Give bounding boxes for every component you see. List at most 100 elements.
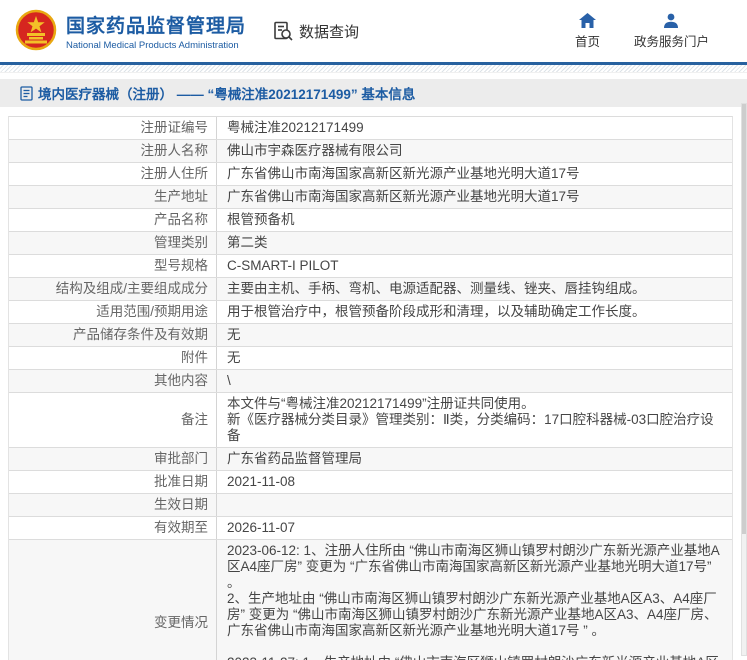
row-value-text: 粤械注准20212171499	[227, 120, 364, 135]
table-row: 管理类别 第二类	[9, 232, 732, 255]
row-label: 注册人住所	[9, 163, 216, 185]
document-icon	[20, 85, 33, 101]
row-value: 佛山市宇森医疗器械有限公司	[216, 140, 732, 162]
table-row: 生产地址 广东省佛山市南海国家高新区新光源产业基地光明大道17号	[9, 186, 732, 209]
row-value	[216, 494, 732, 516]
row-label: 批准日期	[9, 471, 216, 493]
row-value: 主要由主机、手柄、弯机、电源适配器、测量线、锉夹、唇挂钩组成。	[216, 278, 732, 300]
row-value: \	[216, 370, 732, 392]
row-label-text: 审批部门	[154, 451, 208, 466]
row-label-text: 管理类别	[154, 235, 208, 250]
table-row: 审批部门 广东省药品监督管理局	[9, 448, 732, 471]
nav-portal[interactable]: 政务服务门户	[634, 13, 709, 50]
row-value-text: 无	[227, 350, 241, 365]
registration-info-table: 注册证编号 粤械注准20212171499 注册人名称 佛山市宇森医疗器械有限公司 注册…	[8, 116, 733, 660]
row-value: 无	[216, 324, 732, 346]
row-value-text: 2023-06-12: 1、注册人住所由 “佛山市南海区狮山镇罗村朗沙广东新光源…	[227, 543, 720, 660]
page-title: 境内医疗器械（注册） —— “粤械注准20212171499” 基本信息	[38, 87, 416, 102]
data-query-icon	[272, 20, 294, 42]
nav-portal-label: 政务服务门户	[633, 34, 709, 49]
data-query-entry[interactable]: 数据查询	[272, 20, 359, 42]
row-label: 管理类别	[9, 232, 216, 254]
row-value-text: 2026-11-07	[227, 520, 296, 535]
header-nav: 首页 政务服务门户	[574, 12, 709, 50]
row-value-text: 广东省佛山市南海国家高新区新光源产业基地光明大道17号	[227, 189, 580, 204]
row-label-text: 有效期至	[154, 520, 208, 535]
row-value: 2026-11-07	[216, 517, 732, 539]
row-label: 注册人名称	[9, 140, 216, 162]
row-value: 广东省佛山市南海国家高新区新光源产业基地光明大道17号	[216, 186, 732, 208]
row-label: 适用范围/预期用途	[9, 301, 216, 323]
row-value-text: 用于根管治疗中，根管预备阶段成形和清理，以及辅助确定工作长度。	[227, 304, 646, 319]
data-query-label: 数据查询	[299, 23, 360, 41]
table-row: 备注 本文件与“粤械注准20212171499”注册证共同使用。 新《医疗器械分类…	[9, 393, 732, 448]
page: 国家药品监督管理局 National Medical Products Admi…	[0, 0, 747, 660]
row-value: 本文件与“粤械注准20212171499”注册证共同使用。 新《医疗器械分类目录…	[216, 393, 732, 447]
nav-home[interactable]: 首页	[574, 12, 600, 50]
row-label: 备注	[9, 393, 216, 447]
row-value: 广东省佛山市南海国家高新区新光源产业基地光明大道17号	[216, 163, 732, 185]
table-row: 有效期至 2026-11-07	[9, 517, 732, 540]
table-row: 附件 无	[9, 347, 732, 370]
row-label-text: 变更情况	[154, 615, 208, 630]
row-value: 2023-06-12: 1、注册人住所由 “佛山市南海区狮山镇罗村朗沙广东新光源…	[216, 540, 732, 660]
hatch-pattern-strip	[0, 65, 747, 73]
brand: 国家药品监督管理局 National Medical Products Admi…	[14, 9, 246, 53]
row-value: 用于根管治疗中，根管预备阶段成形和清理，以及辅助确定工作长度。	[216, 301, 732, 323]
row-label: 产品名称	[9, 209, 216, 231]
row-label-text: 结构及组成/主要组成成分	[55, 281, 208, 296]
row-label-text: 产品储存条件及有效期	[73, 327, 208, 342]
row-value-text: 根管预备机	[227, 212, 295, 227]
row-label-text: 批准日期	[154, 474, 208, 489]
scrollbar-thumb[interactable]	[742, 104, 746, 534]
org-name-cn: 国家药品监督管理局	[66, 16, 247, 37]
table-row: 适用范围/预期用途 用于根管治疗中，根管预备阶段成形和清理，以及辅助确定工作长度。	[9, 301, 732, 324]
breadcrumb-bar: 境内医疗器械（注册） —— “粤械注准20212171499” 基本信息	[0, 79, 747, 107]
row-value: 根管预备机	[216, 209, 732, 231]
row-label: 结构及组成/主要组成成分	[9, 278, 216, 300]
brand-text: 国家药品监督管理局 National Medical Products Admi…	[66, 11, 246, 51]
table-row: 注册人名称 佛山市宇森医疗器械有限公司	[9, 140, 732, 163]
row-label-text: 注册人名称	[140, 143, 209, 158]
row-value: 无	[216, 347, 732, 369]
table-row: 型号规格 C-SMART-I PILOT	[9, 255, 732, 278]
table-row: 变更情况 2023-06-12: 1、注册人住所由 “佛山市南海区狮山镇罗村朗沙广…	[9, 540, 732, 660]
row-value: 第二类	[216, 232, 732, 254]
row-value: 粤械注准20212171499	[216, 117, 732, 139]
org-name-en: National Medical Products Administration	[66, 40, 239, 51]
row-label: 生效日期	[9, 494, 216, 516]
row-label: 变更情况	[9, 540, 216, 660]
row-label-text: 注册人住所	[140, 166, 209, 181]
site-header: 国家药品监督管理局 National Medical Products Admi…	[0, 0, 747, 62]
vertical-scrollbar[interactable]	[741, 103, 747, 656]
row-value-text: 主要由主机、手柄、弯机、电源适配器、测量线、锉夹、唇挂钩组成。	[227, 281, 646, 296]
table-row: 结构及组成/主要组成成分 主要由主机、手柄、弯机、电源适配器、测量线、锉夹、唇挂钩…	[9, 278, 732, 301]
table-wrap: 注册证编号 粤械注准20212171499 注册人名称 佛山市宇森医疗器械有限公司 注册…	[8, 116, 733, 660]
row-label: 附件	[9, 347, 216, 369]
table-row: 产品储存条件及有效期 无	[9, 324, 732, 347]
national-emblem-icon	[14, 9, 58, 53]
row-value-text: 本文件与“粤械注准20212171499”注册证共同使用。 新《医疗器械分类目录…	[227, 396, 714, 443]
row-value-text: 广东省药品监督管理局	[227, 451, 362, 466]
row-label-text: 备注	[181, 412, 208, 427]
row-label: 产品储存条件及有效期	[9, 324, 216, 346]
row-label: 注册证编号	[9, 117, 216, 139]
row-label-text: 产品名称	[154, 212, 208, 227]
row-label: 有效期至	[9, 517, 216, 539]
row-value-text: 佛山市宇森医疗器械有限公司	[227, 143, 403, 158]
row-label: 其他内容	[9, 370, 216, 392]
row-label: 审批部门	[9, 448, 216, 470]
row-label-text: 生产地址	[154, 189, 208, 204]
nav-home-label: 首页	[574, 34, 600, 49]
row-value: 2021-11-08	[216, 471, 732, 493]
row-label-text: 生效日期	[154, 497, 208, 512]
row-label-text: 其他内容	[154, 373, 208, 388]
home-icon	[578, 12, 596, 28]
row-value-text: 2021-11-08	[227, 474, 296, 489]
table-row: 产品名称 根管预备机	[9, 209, 732, 232]
row-value-text: \	[227, 373, 231, 388]
user-icon	[663, 13, 679, 28]
row-label-text: 型号规格	[154, 258, 208, 273]
row-value-text: 无	[227, 327, 241, 342]
table-row: 注册人住所 广东省佛山市南海国家高新区新光源产业基地光明大道17号	[9, 163, 732, 186]
